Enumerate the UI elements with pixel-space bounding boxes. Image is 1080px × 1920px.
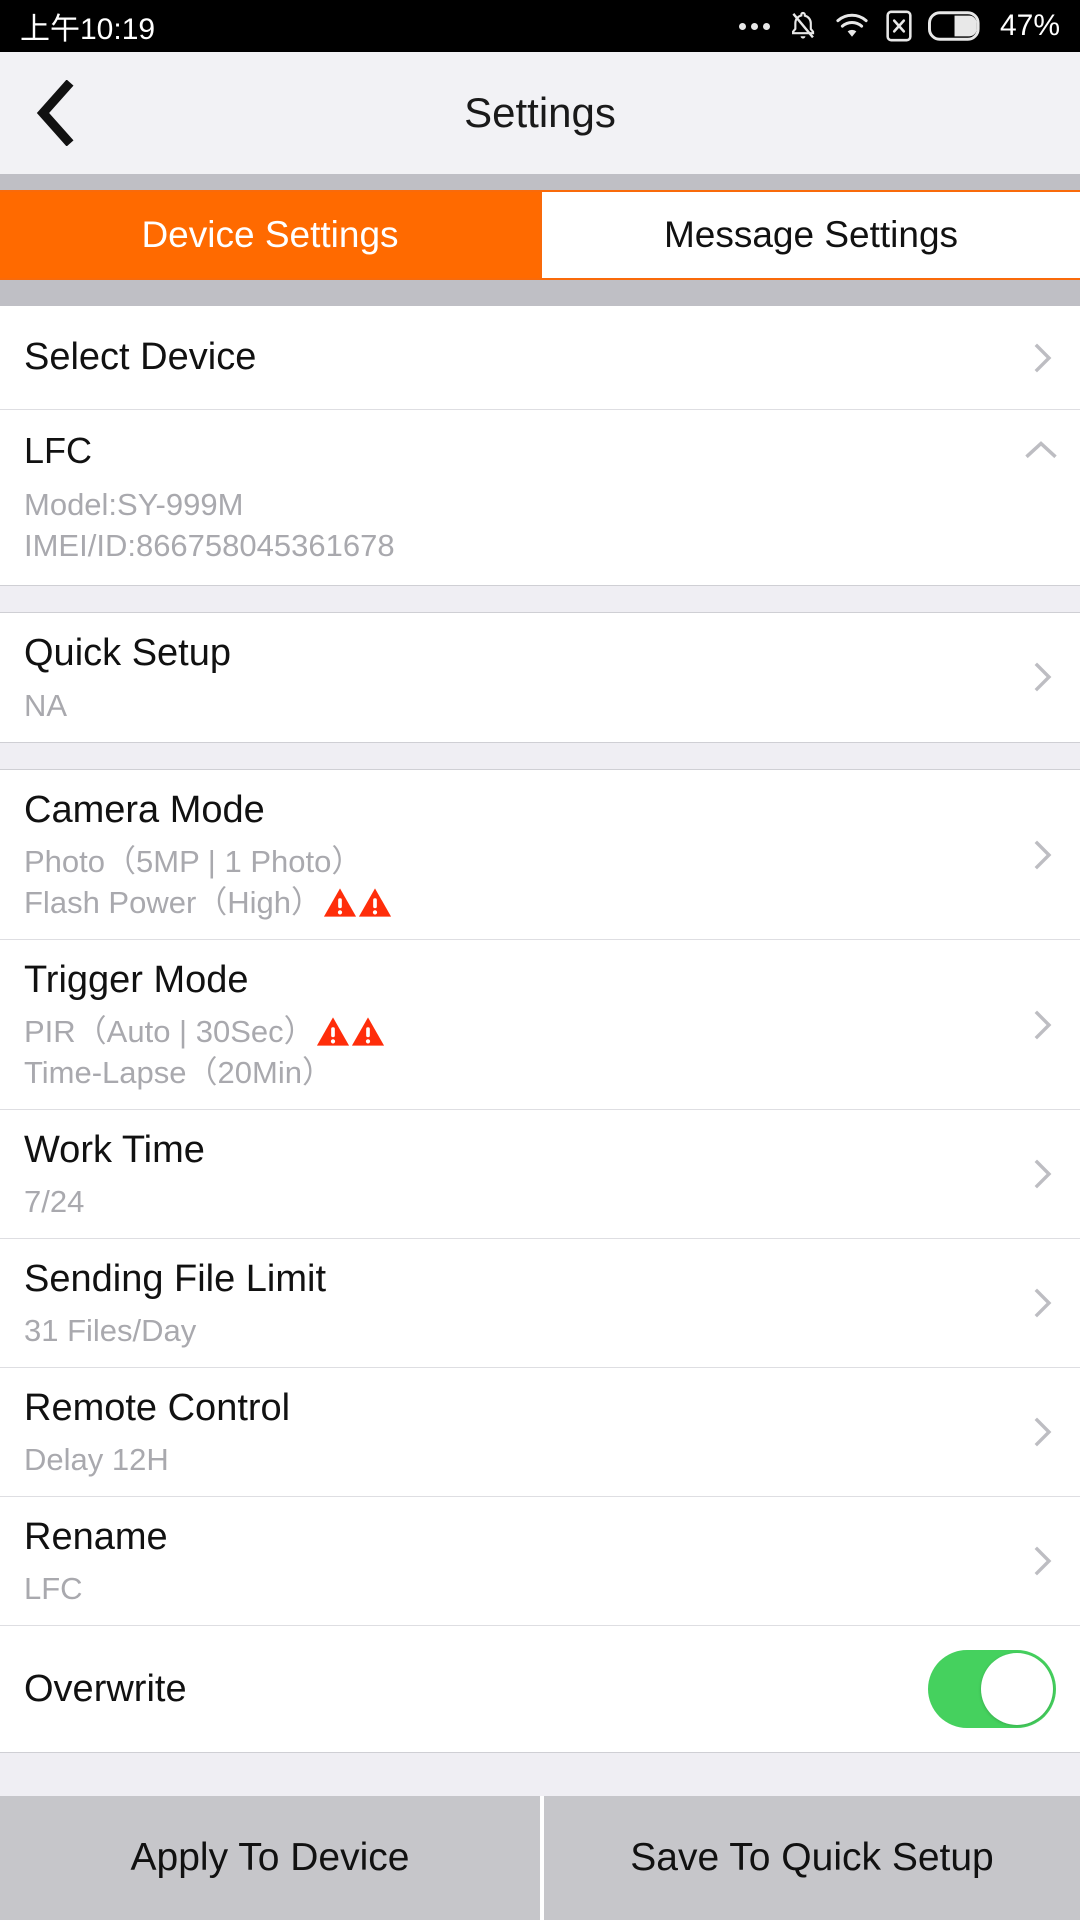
device-model: Model:SY-999M — [24, 487, 244, 523]
status-icons: 47% — [738, 9, 1060, 43]
warning-triangle-icon — [351, 1017, 384, 1046]
device-group: Select Device LFC Model:SY-999M IMEI/ID:… — [0, 306, 1080, 585]
more-dots-icon — [738, 22, 770, 30]
sending-file-limit-value: 31 Files/Day — [24, 1312, 197, 1348]
chevron-right-icon — [1034, 663, 1052, 692]
tab-bar: Device Settings Message Settings — [0, 190, 1080, 280]
row-select-device[interactable]: Select Device — [0, 306, 1080, 410]
remote-control-value: Delay 12H — [24, 1441, 169, 1477]
warning-triangle-icon — [323, 888, 357, 917]
app-header: Settings — [0, 52, 1080, 174]
device-name: LFC — [24, 430, 93, 471]
row-camera-mode[interactable]: Camera Mode Photo（5MP | 1 Photo） Flash P… — [0, 770, 1080, 941]
warning-triangle-icon — [358, 888, 392, 917]
apply-to-device-button[interactable]: Apply To Device — [0, 1796, 540, 1920]
camera-mode-line2: Flash Power（High） — [24, 885, 323, 921]
tabs-top-spacer — [0, 174, 1080, 190]
battery-icon — [927, 11, 980, 41]
tab-device-settings[interactable]: Device Settings — [0, 192, 540, 278]
bottom-action-bar: Apply To Device Save To Quick Setup — [0, 1796, 1080, 1920]
trigger-mode-line1: PIR（Auto | 30Sec） — [24, 1014, 315, 1050]
overwrite-toggle[interactable] — [928, 1649, 1056, 1728]
bell-muted-icon — [791, 11, 815, 39]
status-time: 上午10:19 — [20, 13, 156, 46]
device-card[interactable]: LFC Model:SY-999M IMEI/ID:86675804536167… — [0, 410, 1080, 585]
tab-message-settings[interactable]: Message Settings — [540, 192, 1080, 278]
save-to-quick-setup-button[interactable]: Save To Quick Setup — [540, 1796, 1080, 1920]
trigger-mode-line2: Time-Lapse（20Min） — [24, 1055, 333, 1091]
settings-screen: 上午10:19 47% Settings Device Settings Mes… — [0, 0, 1080, 1920]
chevron-up-icon[interactable] — [1024, 438, 1058, 460]
quick-setup-group: Quick Setup NA — [0, 612, 1080, 743]
tabs-bottom-spacer — [0, 280, 1080, 306]
chevron-right-icon — [1034, 1546, 1052, 1576]
row-overwrite[interactable]: Overwrite — [0, 1626, 1080, 1753]
section-gap-2 — [0, 742, 1080, 771]
row-quick-setup[interactable]: Quick Setup NA — [0, 612, 1080, 743]
chevron-right-icon — [1034, 1417, 1052, 1447]
camera-mode-line1: Photo（5MP | 1 Photo） — [24, 843, 363, 879]
rename-value: LFC — [24, 1570, 83, 1606]
camera-mode-label: Camera Mode — [24, 789, 265, 832]
work-time-label: Work Time — [24, 1129, 205, 1172]
work-time-value: 7/24 — [24, 1184, 85, 1220]
remote-control-label: Remote Control — [24, 1387, 291, 1430]
settings-list: Select Device LFC Model:SY-999M IMEI/ID:… — [0, 306, 1080, 1796]
rename-label: Rename — [24, 1516, 168, 1559]
sim-card-x-icon — [886, 10, 912, 42]
quick-setup-label: Quick Setup — [24, 631, 231, 674]
trigger-mode-label: Trigger Mode — [24, 959, 249, 1002]
chevron-right-icon — [1034, 840, 1052, 870]
chevron-right-icon — [1034, 1010, 1052, 1040]
device-imei: IMEI/ID:866758045361678 — [24, 528, 395, 564]
sending-file-limit-label: Sending File Limit — [24, 1258, 327, 1301]
row-work-time[interactable]: Work Time 7/24 — [0, 1110, 1080, 1240]
row-rename[interactable]: Rename LFC — [0, 1497, 1080, 1626]
main-settings-group: Camera Mode Photo（5MP | 1 Photo） Flash P… — [0, 770, 1080, 1753]
status-bar: 上午10:19 47% — [0, 0, 1080, 52]
row-trigger-mode[interactable]: Trigger Mode PIR（Auto | 30Sec） Time-Laps… — [0, 940, 1080, 1111]
wifi-icon — [836, 13, 868, 37]
section-gap-1 — [0, 584, 1080, 613]
row-remote-control[interactable]: Remote Control Delay 12H — [0, 1368, 1080, 1498]
page-title: Settings — [464, 89, 616, 136]
warning-triangle-icon — [316, 1017, 349, 1046]
battery-percent: 47% — [999, 9, 1060, 42]
chevron-right-icon — [1034, 1160, 1052, 1189]
overwrite-label: Overwrite — [24, 1667, 187, 1710]
select-device-label: Select Device — [24, 336, 257, 379]
quick-setup-value: NA — [24, 688, 68, 724]
toggle-knob — [981, 1652, 1053, 1725]
row-sending-file-limit[interactable]: Sending File Limit 31 Files/Day — [0, 1239, 1080, 1369]
chevron-right-icon — [1034, 343, 1052, 372]
chevron-right-icon — [1034, 1288, 1052, 1318]
